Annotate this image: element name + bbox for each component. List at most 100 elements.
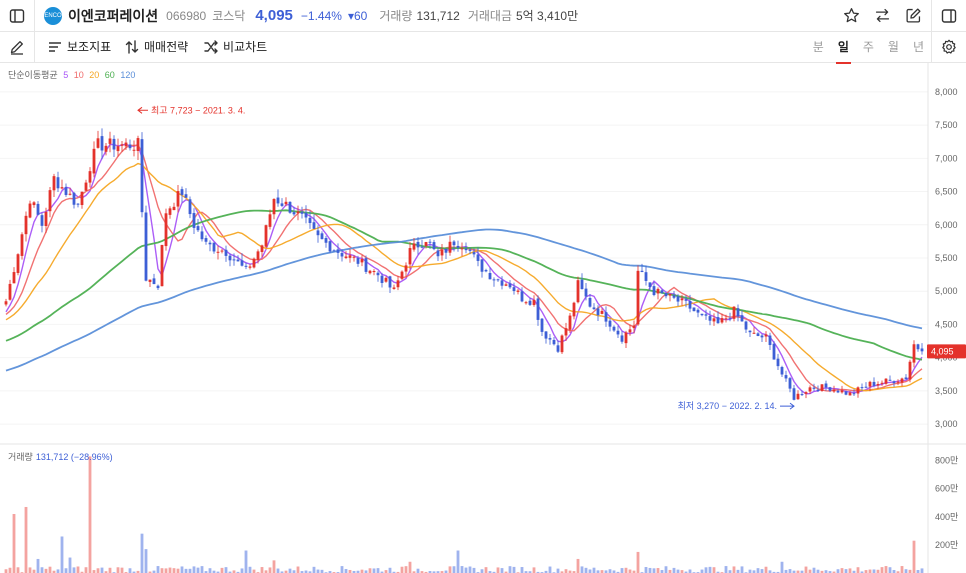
volume-bar [576, 558, 580, 573]
candle-body [352, 256, 356, 258]
candle-body [348, 255, 352, 258]
up-down-arrows-icon [125, 39, 139, 54]
candle-body [592, 307, 596, 310]
volume-tick-label: 800만 [935, 456, 958, 466]
candle-body [508, 283, 512, 288]
candle-body [428, 241, 432, 243]
volume-bar [268, 567, 272, 573]
candle-body [636, 270, 640, 325]
favorite-button[interactable] [843, 7, 860, 24]
stock-name[interactable]: 이엔코퍼레이션 [68, 6, 158, 26]
chart-toolbar: 보조지표 매매전략 비교차트 분 일 주 월 년 [0, 31, 966, 64]
volume-bar [244, 550, 248, 573]
candle-body [568, 315, 572, 330]
volume-bar [584, 567, 588, 573]
volume-legend-label: 거래량 [8, 452, 33, 462]
candle-body [192, 213, 196, 228]
volume-bar [620, 568, 624, 573]
candle-body [688, 301, 692, 309]
stock-chart[interactable]: 8,000 7,500 7,000 6,500 6,000 5,500 5,000 4,500… [0, 62, 966, 573]
candle-body [672, 295, 676, 298]
volume-bar [128, 568, 132, 573]
candle-body [88, 171, 92, 183]
market-name: 코스닥 [212, 9, 246, 23]
candle-body [72, 192, 76, 205]
volume-bar [240, 568, 244, 573]
volume-bar [592, 567, 596, 573]
candle-body [372, 271, 376, 273]
candle-body [208, 242, 212, 245]
candle-body [232, 259, 236, 261]
volume-bar [484, 567, 488, 573]
candle-body [116, 146, 120, 152]
compare-chart-button[interactable]: 비교차트 [204, 31, 267, 62]
candle-body [596, 308, 600, 316]
sidebar-toggle-button[interactable] [0, 0, 35, 31]
volume-bar [164, 568, 168, 573]
volume-bar [624, 567, 628, 573]
candle-body [292, 212, 296, 215]
trading-strategy-button[interactable]: 매매전략 [125, 31, 188, 62]
candle-body [112, 138, 116, 150]
volume-bar [868, 569, 872, 573]
price-tick-label: 4,500 [935, 319, 958, 329]
candle-body [888, 379, 892, 381]
price-tick-label: 3,000 [935, 419, 958, 429]
volume-bar [144, 549, 148, 573]
candle-body [44, 211, 48, 226]
chart-settings-button[interactable] [931, 31, 966, 62]
drawing-tool-button[interactable] [0, 31, 35, 62]
volume-bar [740, 566, 744, 573]
candle-body [728, 318, 732, 320]
candle-body [12, 272, 16, 284]
edit-button[interactable] [905, 7, 922, 24]
candle-body [816, 389, 820, 391]
candle-body [880, 382, 884, 384]
tab-period-year[interactable]: 년 [913, 38, 924, 55]
volume-bar [548, 566, 552, 573]
volume-bar [460, 566, 464, 573]
candle-body [604, 312, 608, 322]
candle-body [4, 301, 8, 305]
volume-bar [464, 567, 468, 573]
switch-stock-button[interactable] [874, 7, 891, 24]
candle-body [300, 212, 304, 214]
candle-body [340, 253, 344, 257]
candle-body [872, 381, 876, 386]
candle-body [296, 211, 300, 214]
candle-body [472, 252, 476, 255]
candle-body [716, 317, 720, 324]
volume-bar [340, 566, 344, 573]
volume-bar [24, 506, 28, 573]
tab-period-day[interactable]: 일 [835, 38, 851, 64]
candle-body [212, 242, 216, 252]
candle-body [152, 278, 156, 285]
volume-bar [180, 566, 184, 573]
volume-bar [712, 567, 716, 573]
volume-bar [472, 567, 476, 573]
volume-bar [120, 567, 124, 573]
volume-bar [480, 569, 484, 573]
candle-body [912, 344, 916, 363]
indicator-button[interactable]: 보조지표 [48, 31, 111, 62]
volume-bar [884, 566, 888, 573]
candle-body [456, 245, 460, 248]
volume-bar [804, 566, 808, 573]
volume-tick-label: 400만 [935, 512, 958, 522]
tab-period-month[interactable]: 월 [888, 38, 899, 55]
candle-body [896, 381, 900, 383]
volume-bar [8, 567, 12, 573]
candle-body [228, 255, 232, 261]
candle-body [752, 332, 756, 334]
volume-tick-label: 600만 [935, 484, 958, 494]
candle-body [664, 292, 668, 297]
right-panel-toggle-button[interactable] [931, 0, 966, 31]
tab-period-week[interactable]: 주 [863, 38, 874, 55]
volume-bar [580, 566, 584, 573]
tab-period-minute[interactable]: 분 [813, 38, 824, 55]
candle-body [376, 272, 380, 276]
candle-body [712, 318, 716, 322]
candle-body [148, 279, 152, 282]
volume-value: 131,712 [416, 8, 460, 23]
candle-body [36, 203, 40, 215]
